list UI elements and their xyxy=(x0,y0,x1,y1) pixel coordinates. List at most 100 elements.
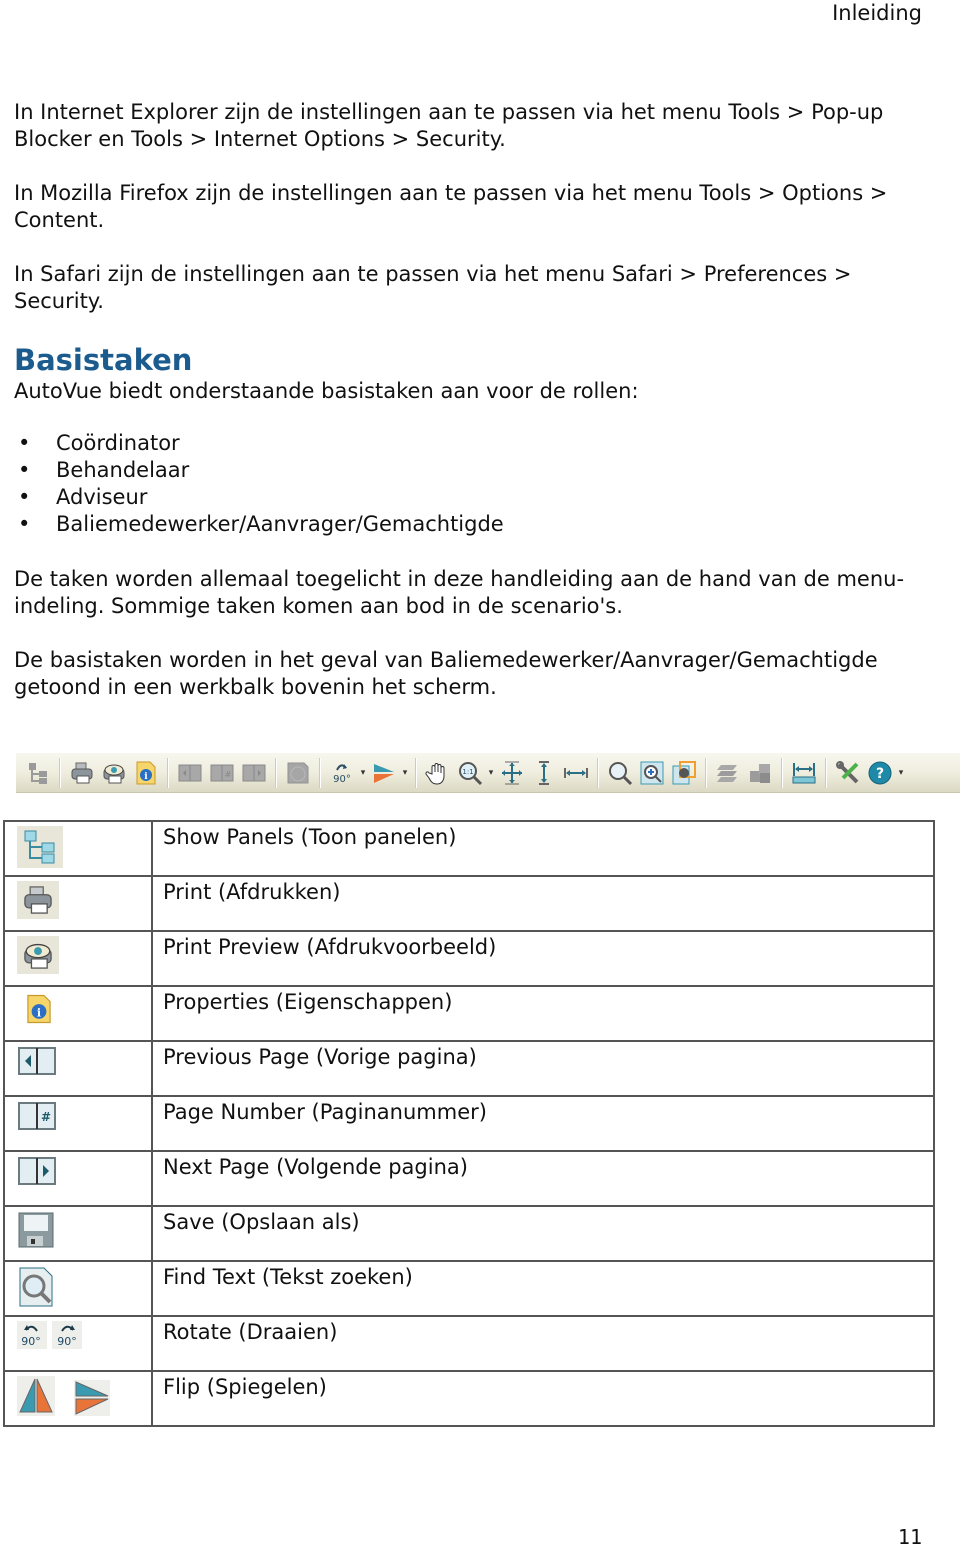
table-row: Flip (Spiegelen) xyxy=(3,1370,935,1427)
list-item: • Coördinator xyxy=(14,430,504,457)
svg-text:#: # xyxy=(225,770,232,779)
table-row: Find Text (Tekst zoeken) xyxy=(3,1260,935,1317)
tree-panels-icon xyxy=(17,826,63,868)
bullet: • xyxy=(18,485,31,509)
toolbar-separator xyxy=(59,757,61,788)
tools-icon xyxy=(836,760,859,783)
toolbar-separator xyxy=(705,757,707,788)
paragraph-safari: In Safari zijn de instellingen aan te pa… xyxy=(14,262,852,313)
row-label: Print (Afdrukken) xyxy=(151,875,935,932)
printer-icon xyxy=(71,762,93,783)
paragraph-internet-explorer: In Internet Explorer zijn de instellinge… xyxy=(14,100,884,151)
flip-vertical-icon xyxy=(74,1380,111,1420)
page-number-button[interactable]: # xyxy=(207,758,237,788)
section-header: Inleiding xyxy=(832,1,922,25)
icon-cell xyxy=(3,1040,153,1097)
page-number: 11 xyxy=(897,1525,922,1549)
printer-eye-icon xyxy=(17,936,59,974)
row-label: Save (Opslaan als) xyxy=(151,1205,935,1262)
icon-cell xyxy=(3,1260,153,1317)
row-label: Next Page (Volgende pagina) xyxy=(151,1150,935,1207)
toolbar-icons-table: Show Panels (Toon panelen) Print (Afdruk… xyxy=(3,820,935,1427)
toolbar-separator xyxy=(275,757,277,788)
save-button[interactable] xyxy=(283,758,313,788)
fit-width-icon xyxy=(564,767,588,778)
icon-cell: # xyxy=(3,1095,153,1152)
fit-page-button[interactable] xyxy=(497,758,527,788)
fit-height-button[interactable] xyxy=(529,758,559,788)
flip-icon xyxy=(374,763,394,783)
role-label: Behandelaar xyxy=(56,458,190,482)
zoom-area-button[interactable] xyxy=(669,758,699,788)
row-label: Previous Page (Vorige pagina) xyxy=(151,1040,935,1097)
table-row: Previous Page (Vorige pagina) xyxy=(3,1040,935,1097)
fit-width-button[interactable] xyxy=(561,758,591,788)
section-heading: Basistaken xyxy=(14,343,193,377)
svg-text:1:1: 1:1 xyxy=(462,768,473,776)
tools-button[interactable] xyxy=(833,758,863,788)
zoom-area-icon xyxy=(672,760,696,784)
layers-button[interactable] xyxy=(713,758,743,788)
svg-text:i: i xyxy=(37,1006,41,1019)
table-row: Save (Opslaan als) xyxy=(3,1205,935,1262)
table-row: 90° 90° Rotate (Draaien) xyxy=(3,1315,935,1372)
page-left-icon xyxy=(17,1047,57,1080)
svg-text:90°: 90° xyxy=(57,1335,77,1348)
zoom-dropdown[interactable]: ▾ xyxy=(486,768,496,778)
help-button[interactable]: ? xyxy=(865,758,895,788)
next-page-button[interactable] xyxy=(239,758,269,788)
page-left-icon xyxy=(178,764,202,781)
hand-icon xyxy=(425,762,445,785)
role-label: Coördinator xyxy=(56,431,180,455)
zoom-window-button[interactable] xyxy=(637,758,667,788)
list-item: • Baliemedewerker/Aanvrager/Gemachtigde xyxy=(14,511,504,538)
previous-page-button[interactable] xyxy=(175,758,205,788)
section-intro: AutoVue biedt onderstaande basistaken aa… xyxy=(14,379,639,403)
table-row: # Page Number (Paginanummer) xyxy=(3,1095,935,1152)
flip-button[interactable] xyxy=(369,758,399,788)
svg-text:?: ? xyxy=(876,766,884,782)
pan-button[interactable] xyxy=(423,758,453,788)
row-label: Properties (Eigenschappen) xyxy=(151,985,935,1042)
rotate-right-icon: 90° xyxy=(52,1321,83,1353)
paragraph-toolbar-intro: De basistaken worden in het geval van Ba… xyxy=(14,648,878,699)
measure-button[interactable] xyxy=(789,758,819,788)
page-right-icon xyxy=(242,764,266,781)
find-text-button[interactable] xyxy=(605,758,635,788)
table-row: Print (Afdrukken) xyxy=(3,875,935,932)
blocks-icon xyxy=(750,763,770,783)
table-row: Print Preview (Afdrukvoorbeeld) xyxy=(3,930,935,987)
icon-cell xyxy=(3,1150,153,1207)
row-label: Flip (Spiegelen) xyxy=(151,1370,935,1427)
print-preview-button[interactable] xyxy=(99,758,129,788)
icon-cell: 90° 90° xyxy=(3,1315,153,1372)
fit-all-icon xyxy=(502,761,522,784)
roles-list: • Coördinator • Behandelaar • Adviseur • Bal… xyxy=(14,430,504,538)
rotate-90-icon: 90° xyxy=(333,763,351,785)
rotate-button[interactable]: 90° xyxy=(327,758,357,788)
table-row: Next Page (Volgende pagina) xyxy=(3,1150,935,1207)
list-item: • Adviseur xyxy=(14,484,504,511)
layers-icon xyxy=(717,764,737,782)
flip-dropdown[interactable]: ▾ xyxy=(400,768,410,778)
rotate-left-icon: 90° xyxy=(17,1321,47,1353)
show-panels-button[interactable] xyxy=(23,758,53,788)
page-right-icon xyxy=(17,1157,57,1190)
magnifier-icon xyxy=(609,761,633,785)
properties-button[interactable]: i xyxy=(131,758,161,788)
blocks-button[interactable] xyxy=(745,758,775,788)
help-dropdown[interactable]: ▾ xyxy=(896,768,906,778)
printer-icon xyxy=(17,881,59,919)
toolbar-separator xyxy=(781,757,783,788)
icon-cell: i xyxy=(3,985,153,1042)
rotate-dropdown[interactable]: ▾ xyxy=(358,768,368,778)
zoom-in-window-icon xyxy=(640,761,664,784)
print-button[interactable] xyxy=(67,758,97,788)
find-text-icon xyxy=(17,1267,55,1312)
page-hash-icon: # xyxy=(210,764,234,781)
zoom-1-1-button[interactable]: 1:1 xyxy=(455,758,485,788)
table-row: Show Panels (Toon panelen) xyxy=(3,820,935,877)
row-label: Print Preview (Afdrukvoorbeeld) xyxy=(151,930,935,987)
bullet: • xyxy=(18,512,31,536)
save-icon xyxy=(17,1212,55,1253)
